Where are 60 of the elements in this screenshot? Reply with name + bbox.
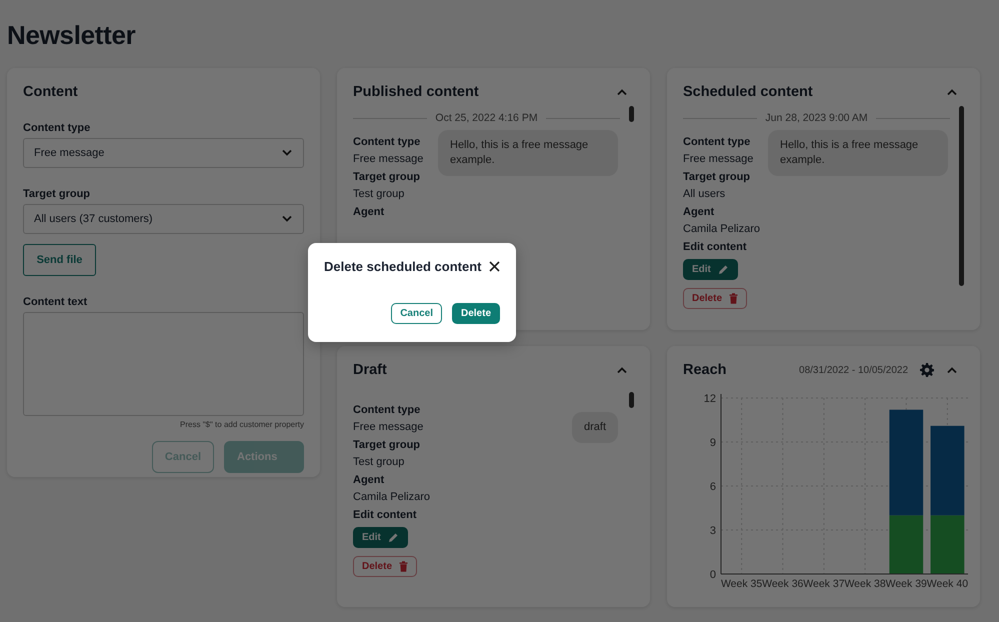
- detail-label: Content type: [683, 136, 752, 148]
- detail-label: Agent: [353, 474, 386, 486]
- scrollbar: [629, 392, 634, 408]
- detail-value: Free message: [353, 421, 424, 433]
- page-title: Newsletter: [7, 20, 136, 50]
- card-title: Content: [23, 83, 79, 102]
- chevron-icon[interactable]: [281, 215, 293, 223]
- chevron-icon[interactable]: [616, 366, 628, 374]
- detail-label: Target group: [353, 439, 422, 451]
- card-title: Draft: [353, 361, 387, 380]
- date-range: 08/31/2022 - 10/05/2022: [799, 364, 908, 376]
- detail-value: Camila Pelizaro: [353, 491, 430, 503]
- card-title: Scheduled content: [683, 83, 813, 102]
- hint-text: Press "$" to add customer property: [179, 420, 304, 429]
- detail-label: Content type: [353, 136, 422, 148]
- delete-button[interactable]: Delete: [353, 556, 418, 577]
- pencil-icon: [718, 264, 729, 275]
- card-title: Reach: [683, 361, 727, 380]
- detail-label: Target group: [353, 171, 422, 183]
- send-file-button[interactable]: Send file: [23, 244, 96, 276]
- trash-icon: [399, 561, 408, 572]
- detail-value: Free message: [683, 153, 754, 165]
- date-divider: Oct 25, 2022 4:16 PM: [353, 112, 620, 124]
- field-label: Target group: [23, 188, 92, 200]
- close-icon[interactable]: [489, 261, 500, 272]
- detail-value: Free message: [353, 153, 424, 165]
- detail-label: Target group: [683, 171, 752, 183]
- edit-button[interactable]: Edit: [353, 527, 408, 548]
- detail-value: Test group: [353, 456, 406, 468]
- delete-button[interactable]: Delete: [683, 288, 748, 309]
- message-bubble: Hello, this is a free message example.: [438, 130, 618, 176]
- detail-value: Camila Pelizaro: [683, 223, 760, 235]
- detail-label: Edit content: [353, 509, 418, 521]
- detail-label: Agent: [683, 206, 716, 218]
- message-bubble: draft: [572, 412, 618, 443]
- cancel-button[interactable]: Cancel: [391, 303, 442, 324]
- detail-label: Content type: [353, 404, 422, 416]
- trash-icon: [729, 293, 738, 304]
- chevron-icon[interactable]: [616, 88, 628, 96]
- dialog-title: Delete scheduled content: [324, 259, 482, 274]
- chevron-icon[interactable]: [946, 366, 958, 374]
- detail-label: Edit content: [683, 241, 748, 253]
- chevron-icon[interactable]: [946, 88, 958, 96]
- gear-icon[interactable]: [920, 363, 934, 377]
- chevron-icon[interactable]: [281, 149, 293, 157]
- scrollbar: [629, 106, 634, 122]
- field-label: Content type: [23, 122, 92, 134]
- pencil-icon: [388, 532, 399, 543]
- message-bubble: Hello, this is a free message example.: [768, 130, 948, 176]
- select-field[interactable]: Free message: [23, 138, 304, 168]
- detail-label: Agent: [353, 206, 386, 218]
- date-divider: Jun 28, 2023 9:00 AM: [683, 112, 950, 124]
- detail-value: Test group: [353, 188, 406, 200]
- detail-value: All users: [683, 188, 726, 200]
- select-field[interactable]: All users (37 customers): [23, 204, 304, 234]
- field-label: Content text: [23, 296, 88, 308]
- card-title: Published content: [353, 83, 479, 102]
- content-text-field[interactable]: [23, 312, 304, 416]
- edit-button[interactable]: Edit: [683, 259, 738, 280]
- confirm-button[interactable]: Delete: [452, 303, 500, 324]
